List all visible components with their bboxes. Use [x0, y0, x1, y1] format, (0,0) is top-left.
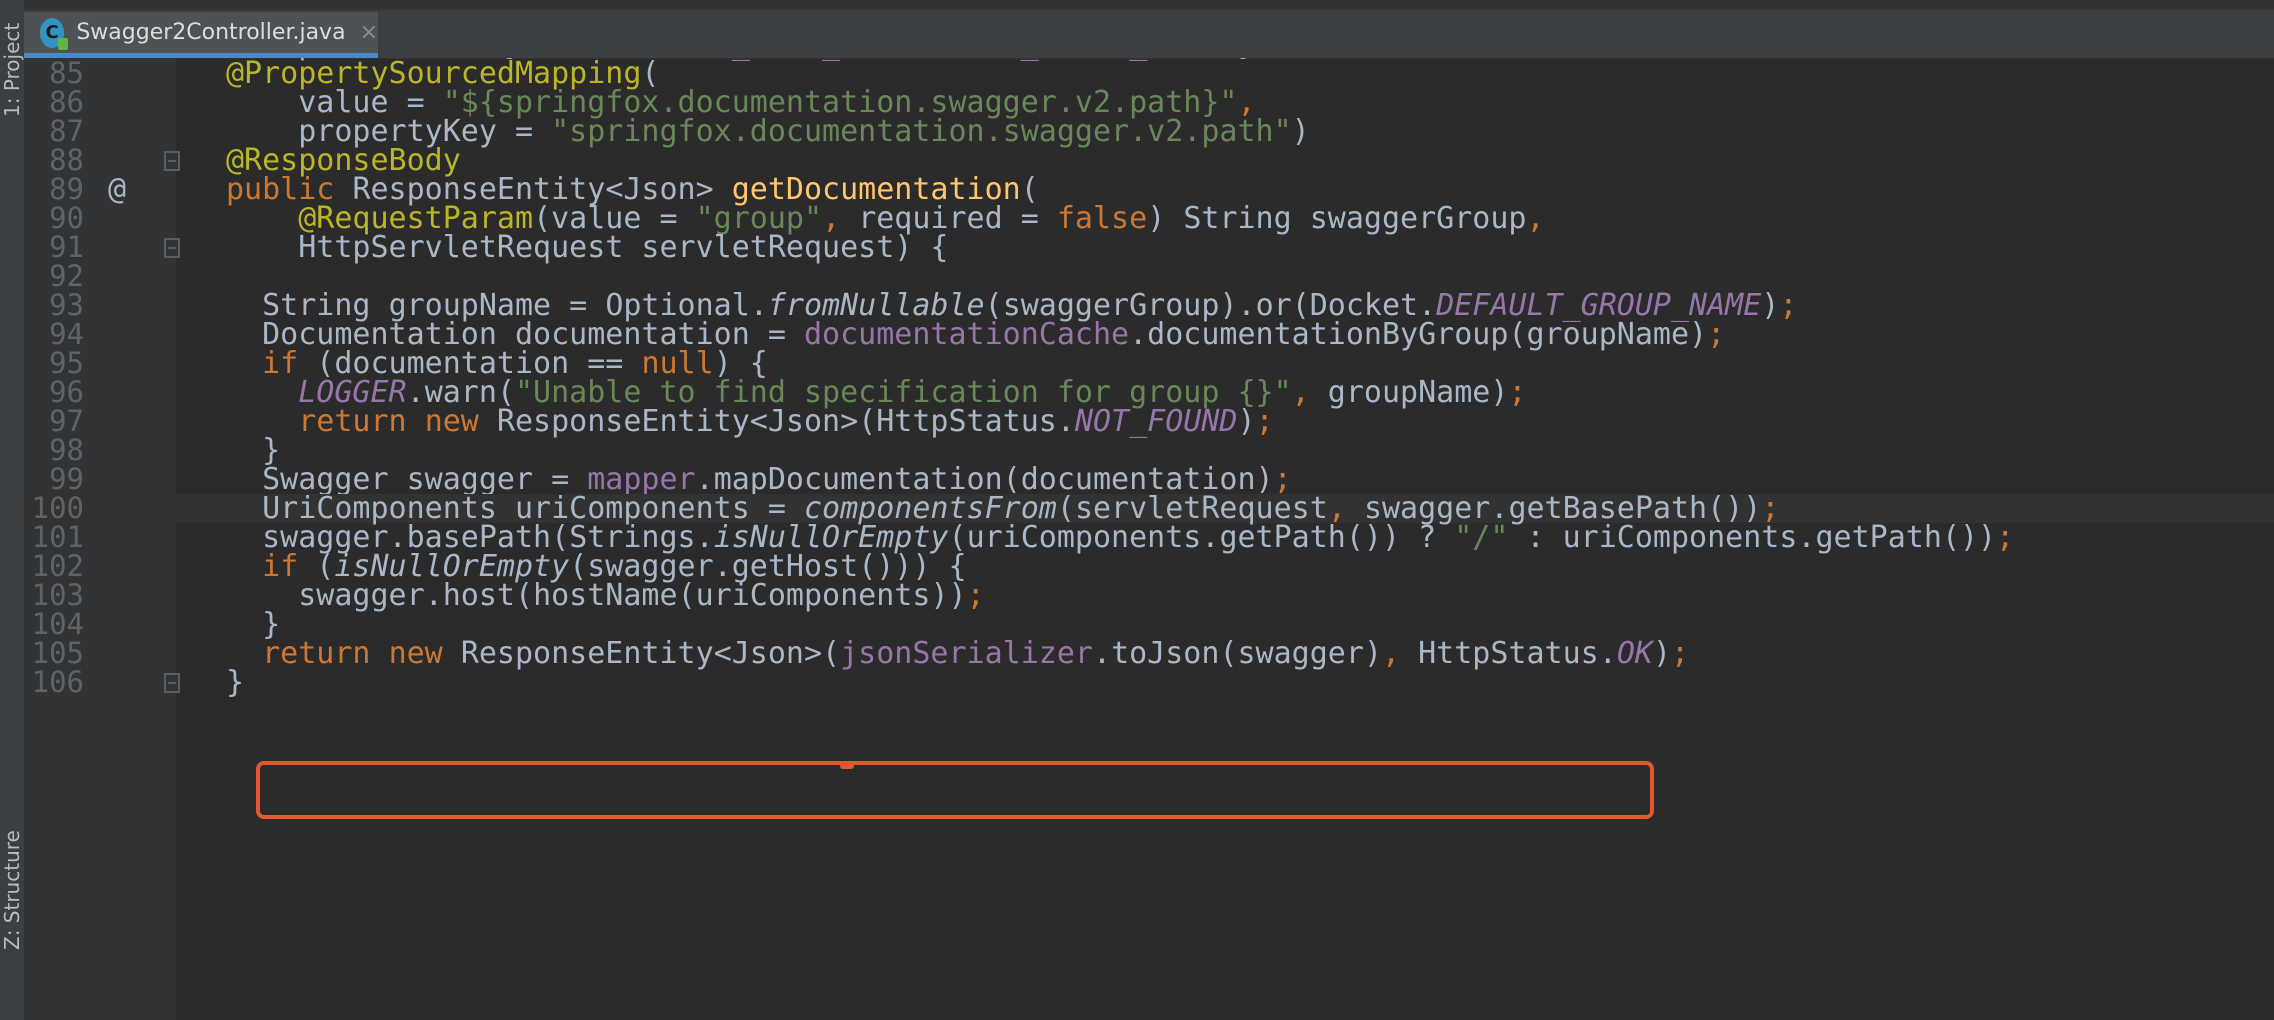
code-text: propertyKey = "springfox.documentation.s… — [298, 114, 1310, 149]
code-line-103[interactable]: 103 swagger.host(hostName(uriComponents)… — [24, 578, 2274, 613]
line-number: 101 — [31, 520, 84, 554]
code-text: swagger.basePath(Strings.isNullOrEmpty(u… — [262, 520, 2015, 555]
code-line-102[interactable]: 102 if (isNullOrEmpty(swagger.getHost())… — [24, 549, 2274, 584]
line-number: 97 — [49, 404, 84, 438]
line-number: 94 — [49, 317, 84, 351]
code-text: UriComponents uriComponents = components… — [262, 491, 1780, 526]
editor-tab-bar: C Swagger2Controller.java × — [24, 0, 2274, 59]
code-text: LOGGER.warn("Unable to find specificatio… — [298, 375, 1527, 410]
override-marker-icon[interactable]: @ — [108, 175, 126, 205]
java-class-icon: C — [40, 17, 69, 50]
project-tool-button[interactable]: 1: Project — [0, 0, 24, 140]
annotation-highlight-box — [256, 761, 1654, 819]
code-text: return new ResponseEntity<Json>(HttpStat… — [298, 404, 1274, 439]
line-number: 99 — [49, 462, 84, 496]
code-text: String groupName = Optional.fromNullable… — [262, 288, 1798, 323]
code-text: public ResponseEntity<Json> getDocumenta… — [226, 172, 1039, 207]
tool-window-strip: 1: Project Z: Structure — [0, 0, 25, 1020]
fold-toggle-icon[interactable] — [164, 238, 180, 258]
code-line-85[interactable]: 85 @PropertySourcedMapping( — [24, 58, 2274, 91]
fold-toggle-icon[interactable] — [164, 151, 180, 171]
code-text: value = "${springfox.documentation.swagg… — [298, 85, 1256, 120]
editor-tab-swagger2controller[interactable]: C Swagger2Controller.java × — [24, 12, 378, 58]
code-text: } — [226, 607, 281, 642]
line-number: 86 — [49, 85, 84, 119]
code-line-106[interactable]: 106} — [24, 665, 2274, 700]
code-line-96[interactable]: 96 LOGGER.warn("Unable to find specifica… — [24, 375, 2274, 410]
code-text: if (documentation == null) { — [262, 346, 768, 381]
line-number: 89 — [49, 172, 84, 206]
line-number: 105 — [31, 636, 84, 670]
code-text: Documentation documentation = documentat… — [262, 317, 1726, 352]
code-text: } — [226, 433, 281, 468]
tab-bar-topline — [24, 0, 2274, 10]
line-number: 85 — [49, 58, 84, 90]
code-line-105[interactable]: 105 return new ResponseEntity<Json>(json… — [24, 636, 2274, 671]
code-line-104[interactable]: 104 } — [24, 607, 2274, 642]
code-text: @ResponseBody — [226, 143, 461, 178]
line-number: 98 — [49, 433, 84, 467]
code-line-90[interactable]: 90 @RequestParam(value = "group", requir… — [24, 201, 2274, 236]
code-line-98[interactable]: 98 } — [24, 433, 2274, 468]
code-line-89[interactable]: 89 @ public ResponseEntity<Json> getDocume… — [24, 172, 2274, 207]
code-line-86[interactable]: 86 value = "${springfox.documentation.sw… — [24, 85, 2274, 120]
line-number: 106 — [31, 665, 84, 699]
code-text: Swagger swagger = mapper.mapDocumentatio… — [262, 462, 1292, 497]
line-number: 103 — [31, 578, 84, 612]
code-line-99[interactable]: 99 Swagger swagger = mapper.mapDocumenta… — [24, 462, 2274, 497]
line-number: 87 — [49, 114, 84, 148]
code-line-95[interactable]: 95 if (documentation == null) { — [24, 346, 2274, 381]
code-text: } — [226, 665, 245, 700]
tab-file-name: Swagger2Controller.java — [76, 20, 346, 45]
code-editor[interactable]: 84 produces = { APPLICATION_JSON_VALUE, … — [24, 58, 2274, 1020]
code-line-93[interactable]: 93 String groupName = Optional.fromNulla… — [24, 288, 2274, 323]
structure-tool-button[interactable]: Z: Structure — [0, 800, 24, 980]
code-line-100[interactable]: 100 UriComponents uriComponents = compon… — [24, 491, 2274, 526]
line-number: 92 — [49, 259, 84, 293]
code-text: HttpServletRequest servletRequest) { — [298, 230, 949, 265]
line-number: 88 — [49, 143, 84, 177]
code-line-97[interactable]: 97 return new ResponseEntity<Json>(HttpS… — [24, 404, 2274, 439]
code-text: @RequestParam(value = "group", required … — [298, 201, 1545, 236]
code-text: @PropertySourcedMapping( — [226, 58, 660, 91]
code-line-87[interactable]: 87 propertyKey = "springfox.documentatio… — [24, 114, 2274, 149]
line-number: 91 — [49, 230, 84, 264]
code-text: swagger.host(hostName(uriComponents)); — [298, 578, 985, 613]
line-number: 93 — [49, 288, 84, 322]
code-line-91[interactable]: 91 HttpServletRequest servletRequest) { — [24, 230, 2274, 265]
line-number: 96 — [49, 375, 84, 409]
code-line-101[interactable]: 101 swagger.basePath(Strings.isNullOrEmp… — [24, 520, 2274, 555]
code-line-92[interactable]: 92 — [24, 262, 2274, 291]
line-number: 95 — [49, 346, 84, 380]
line-number: 104 — [31, 607, 84, 641]
line-number: 102 — [31, 549, 84, 583]
code-line-94[interactable]: 94 Documentation documentation = documen… — [24, 317, 2274, 352]
line-number: 100 — [31, 491, 84, 525]
code-text: return new ResponseEntity<Json>(jsonSeri… — [262, 636, 1690, 671]
close-tab-icon[interactable]: × — [360, 20, 378, 45]
fold-toggle-icon[interactable] — [164, 673, 180, 693]
code-line-88[interactable]: 88 @ResponseBody — [24, 143, 2274, 178]
code-text: if (isNullOrEmpty(swagger.getHost())) { — [262, 549, 967, 584]
line-number: 90 — [49, 201, 84, 235]
